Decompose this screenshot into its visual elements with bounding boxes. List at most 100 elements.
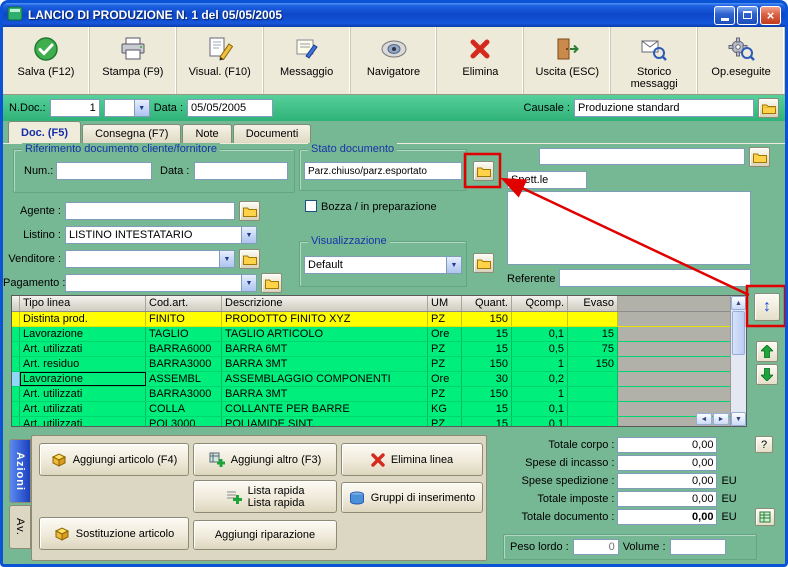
- cell-um[interactable]: PZ: [428, 357, 462, 371]
- totale-imposte-input[interactable]: [617, 491, 717, 507]
- cell-cod-art[interactable]: FINITO: [146, 312, 222, 326]
- executed-operations-button[interactable]: Op.eseguite: [698, 27, 785, 94]
- peso-lordo-input[interactable]: [573, 539, 619, 555]
- cell-descrizione[interactable]: TAGLIO ARTICOLO: [222, 327, 428, 341]
- maximize-button[interactable]: [737, 6, 758, 25]
- venditore-combo[interactable]: ▼: [65, 250, 235, 268]
- header-cod-art[interactable]: Cod.art.: [146, 296, 222, 311]
- ndoc-input[interactable]: [50, 99, 100, 117]
- cell-evaso[interactable]: [568, 417, 618, 426]
- replace-article-button[interactable]: Sostituzione articolo: [39, 517, 189, 550]
- cell-color-chip[interactable]: [12, 402, 20, 416]
- header-tipo-linea[interactable]: Tipo linea: [20, 296, 146, 311]
- visualizzazione-lookup-button[interactable]: [473, 253, 494, 273]
- tab-doc[interactable]: Doc. (F5): [8, 121, 81, 143]
- cell-cod-art[interactable]: TAGLIO: [146, 327, 222, 341]
- cell-descrizione[interactable]: PRODOTTO FINITO XYZ: [222, 312, 428, 326]
- chevron-down-icon[interactable]: ▼: [241, 275, 256, 291]
- cell-descrizione[interactable]: ASSEMBLAGGIO COMPONENTI: [222, 372, 428, 386]
- scroll-thumb[interactable]: [732, 311, 745, 355]
- chevron-down-icon[interactable]: ▼: [241, 227, 256, 243]
- cell-qcomp[interactable]: 0,2: [512, 372, 568, 386]
- totale-documento-input[interactable]: [617, 509, 717, 525]
- cell-cod-art[interactable]: ASSEMBL: [146, 372, 222, 386]
- num-input[interactable]: [56, 162, 152, 180]
- cell-descrizione[interactable]: COLLANTE PER BARRE: [222, 402, 428, 416]
- tab-note[interactable]: Note: [182, 124, 231, 143]
- cell-cod-art[interactable]: COLLA: [146, 402, 222, 416]
- cell-color-chip[interactable]: [12, 357, 20, 371]
- close-button[interactable]: ×: [760, 6, 781, 25]
- cell-color-chip[interactable]: [12, 417, 20, 426]
- listino-combo[interactable]: LISTINO INTESTATARIO ▼: [65, 226, 257, 244]
- rif-data-input[interactable]: [194, 162, 288, 180]
- agente-input[interactable]: [65, 202, 235, 220]
- stato-input[interactable]: [304, 162, 462, 180]
- destinatario-address-textarea[interactable]: [507, 191, 751, 265]
- cell-tipo-linea[interactable]: Art. utilizzati: [20, 417, 146, 426]
- minimize-button[interactable]: [714, 6, 735, 25]
- grid-row[interactable]: Art. residuoBARRA3000BARRA 3MTPZ1501150: [12, 357, 730, 372]
- agente-lookup-button[interactable]: [239, 201, 260, 221]
- print-button[interactable]: Stampa (F9): [90, 27, 177, 94]
- quick-list-button[interactable]: Lista rapida Lista rapida: [193, 480, 337, 513]
- cell-quant[interactable]: 15: [462, 417, 512, 426]
- navigator-button[interactable]: Navigatore: [351, 27, 438, 94]
- spettle-input[interactable]: [507, 171, 587, 189]
- cell-qcomp[interactable]: 0,1: [512, 327, 568, 341]
- cell-descrizione[interactable]: BARRA 6MT: [222, 342, 428, 356]
- header-evaso[interactable]: Evaso: [568, 296, 618, 311]
- cell-color-chip[interactable]: [12, 312, 20, 326]
- cell-evaso[interactable]: 150: [568, 357, 618, 371]
- grid-row[interactable]: LavorazioneTAGLIOTAGLIO ARTICOLOOre150,1…: [12, 327, 730, 342]
- data-input[interactable]: [187, 99, 273, 117]
- cell-color-chip[interactable]: [12, 372, 20, 386]
- cell-qcomp[interactable]: 0,1: [512, 417, 568, 426]
- visualizzazione-combo[interactable]: Default ▼: [304, 256, 462, 274]
- tab-azioni[interactable]: Azioni: [9, 439, 31, 503]
- totale-corpo-input[interactable]: [617, 437, 717, 453]
- cell-color-chip[interactable]: [12, 327, 20, 341]
- cell-quant[interactable]: 150: [462, 312, 512, 326]
- cell-color-chip[interactable]: [12, 342, 20, 356]
- cell-tipo-linea[interactable]: Art. utilizzati: [20, 342, 146, 356]
- cell-um[interactable]: PZ: [428, 312, 462, 326]
- cell-cod-art[interactable]: BARRA6000: [146, 342, 222, 356]
- cell-evaso[interactable]: 15: [568, 327, 618, 341]
- cell-quant[interactable]: 15: [462, 327, 512, 341]
- exit-button[interactable]: Uscita (ESC): [524, 27, 611, 94]
- chevron-down-icon[interactable]: ▼: [446, 257, 461, 273]
- tab-avanzate[interactable]: Av.: [9, 505, 31, 549]
- row-up-button[interactable]: [756, 341, 778, 362]
- cell-evaso[interactable]: [568, 372, 618, 386]
- cell-evaso[interactable]: 75: [568, 342, 618, 356]
- grid-row[interactable]: LavorazioneASSEMBLASSEMBLAGGIO COMPONENT…: [12, 372, 730, 387]
- cell-qcomp[interactable]: [512, 312, 568, 326]
- save-button[interactable]: Salva (F12): [3, 27, 90, 94]
- bozza-checkbox[interactable]: [305, 200, 317, 212]
- cell-quant[interactable]: 30: [462, 372, 512, 386]
- cell-tipo-linea[interactable]: Art. utilizzati: [20, 387, 146, 401]
- header-um[interactable]: UM: [428, 296, 462, 311]
- destinatario-top-input[interactable]: [539, 148, 745, 165]
- grid-vertical-scrollbar[interactable]: ▲ ▼: [730, 296, 746, 426]
- cell-qcomp[interactable]: 1: [512, 357, 568, 371]
- cell-um[interactable]: Ore: [428, 372, 462, 386]
- cell-tipo-linea[interactable]: Art. residuo: [20, 357, 146, 371]
- cell-um[interactable]: PZ: [428, 417, 462, 426]
- spese-spedizione-input[interactable]: [617, 473, 717, 489]
- cell-color-chip[interactable]: [12, 387, 20, 401]
- delete-line-button[interactable]: Elimina linea: [341, 443, 483, 476]
- cell-qcomp[interactable]: 0,5: [512, 342, 568, 356]
- cell-tipo-linea[interactable]: Distinta prod.: [20, 312, 146, 326]
- grid-row[interactable]: Art. utilizzatiBARRA6000BARRA 6MTPZ150,5…: [12, 342, 730, 357]
- pagamento-combo[interactable]: ▼: [65, 274, 257, 292]
- add-other-button[interactable]: Aggiungi altro (F3): [193, 443, 337, 476]
- cell-tipo-linea[interactable]: Lavorazione: [20, 372, 146, 386]
- cell-descrizione[interactable]: POLIAMIDE SINT.: [222, 417, 428, 426]
- scroll-up-icon[interactable]: ▲: [731, 296, 746, 310]
- cell-tipo-linea[interactable]: Lavorazione: [20, 327, 146, 341]
- insert-groups-button[interactable]: Gruppi di inserimento: [341, 482, 483, 513]
- grid-row[interactable]: Art. utilizzatiPOL3000POLIAMIDE SINT.PZ1…: [12, 417, 730, 426]
- cell-um[interactable]: KG: [428, 402, 462, 416]
